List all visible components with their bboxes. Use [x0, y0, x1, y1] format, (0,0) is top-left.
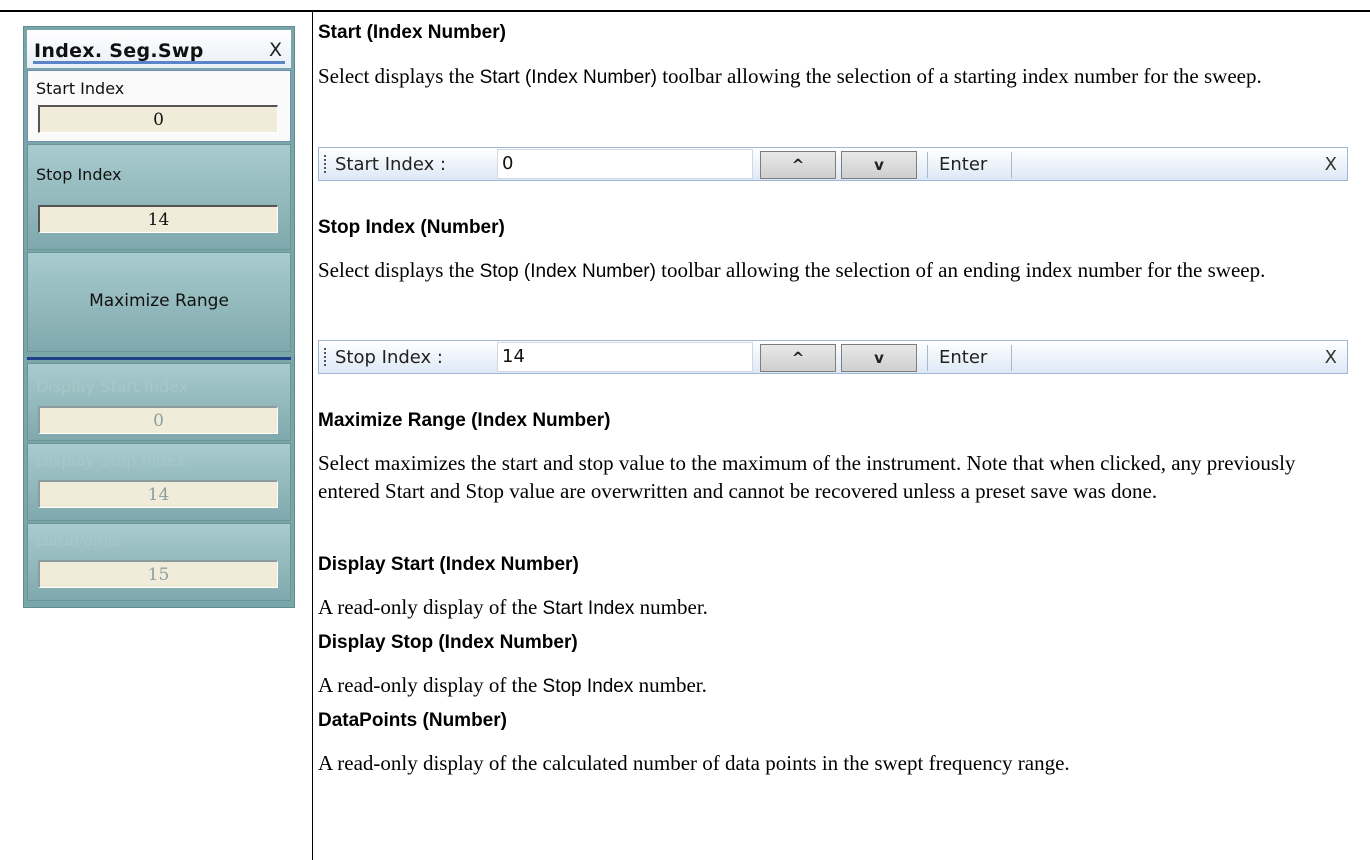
display-start-index-value: 0	[38, 406, 278, 434]
menu-title: Index. Seg.Swp	[34, 40, 204, 62]
stop-index-button[interactable]: Stop Index 14	[27, 144, 291, 250]
maximize-range-button[interactable]: Maximize Range	[27, 252, 291, 352]
toolbar-grip-icon[interactable]	[324, 155, 326, 175]
toolbar-divider	[1011, 152, 1012, 178]
toolbar-grip-icon[interactable]	[324, 348, 326, 368]
paragraph-display-stop: A read-only display of the Stop Index nu…	[318, 673, 707, 697]
paragraph-display-start: A read-only display of the Start Index n…	[318, 595, 708, 619]
toolbar-divider	[927, 345, 928, 371]
start-index-button[interactable]: Start Index 0	[27, 70, 291, 142]
toolbar-close-button[interactable]: X	[1325, 347, 1337, 368]
menu-close-button[interactable]: X	[269, 39, 282, 61]
start-index-label: Start Index	[36, 79, 125, 98]
stop-index-input[interactable]: 14	[497, 342, 753, 372]
toolbar-divider	[1011, 345, 1012, 371]
stop-index-value: 14	[38, 205, 278, 233]
stop-index-label: Stop Index	[36, 165, 122, 184]
datapoints-button: DataPoints 15	[27, 523, 291, 601]
toolbar-divider	[927, 152, 928, 178]
paragraph-start-index: Select displays the Start (Index Number)…	[318, 64, 1262, 88]
heading-display-start: Display Start (Index Number)	[318, 554, 579, 575]
datapoints-label: DataPoints	[36, 531, 123, 550]
index-seg-swp-menu: Index. Seg.Swp X Start Index 0 Stop Inde…	[23, 26, 295, 608]
start-index-value: 0	[38, 105, 278, 133]
paragraph-stop-index: Select displays the Stop (Index Number) …	[318, 258, 1266, 282]
paragraph-maximize-range: Select maximizes the start and stop valu…	[318, 451, 1296, 503]
heading-maximize-range: Maximize Range (Index Number)	[318, 410, 611, 431]
menu-title-bar: Index. Seg.Swp X	[27, 30, 291, 68]
title-underline	[33, 61, 285, 64]
chevron-down-icon: v	[874, 156, 884, 174]
stop-index-toolbar: Stop Index : 14 ^ v Enter X	[318, 340, 1348, 374]
paragraph-datapoints: A read-only display of the calculated nu…	[318, 751, 1070, 775]
toolbar-stop-index-label: Stop Index :	[335, 347, 443, 368]
heading-start-index: Start (Index Number)	[318, 22, 506, 43]
toolbar-close-button[interactable]: X	[1325, 154, 1337, 175]
maximize-range-label: Maximize Range	[89, 291, 229, 311]
heading-stop-index: Stop Index (Number)	[318, 217, 505, 238]
display-stop-index-value: 14	[38, 480, 278, 508]
display-start-index-label: Display Start Index	[36, 377, 189, 396]
display-stop-index-button: Display Stop Index 14	[27, 443, 291, 521]
start-index-toolbar: Start Index : 0 ^ v Enter X	[318, 147, 1348, 181]
column-divider	[312, 10, 313, 860]
display-start-index-button: Display Start Index 0	[27, 363, 291, 441]
heading-display-stop: Display Stop (Index Number)	[318, 632, 578, 653]
decrement-button[interactable]: v	[841, 151, 917, 179]
increment-button[interactable]: ^	[760, 151, 836, 179]
display-stop-index-label: Display Stop Index	[36, 451, 186, 470]
top-rule	[0, 10, 1370, 12]
menu-separator	[27, 357, 291, 360]
heading-datapoints: DataPoints (Number)	[318, 710, 507, 731]
enter-button[interactable]: Enter	[939, 347, 987, 368]
chevron-up-icon: ^	[791, 156, 805, 174]
enter-button[interactable]: Enter	[939, 154, 987, 175]
datapoints-value: 15	[38, 560, 278, 588]
increment-button[interactable]: ^	[760, 344, 836, 372]
chevron-up-icon: ^	[791, 349, 805, 367]
chevron-down-icon: v	[874, 349, 884, 367]
start-index-input[interactable]: 0	[497, 149, 753, 179]
toolbar-start-index-label: Start Index :	[335, 154, 447, 175]
decrement-button[interactable]: v	[841, 344, 917, 372]
